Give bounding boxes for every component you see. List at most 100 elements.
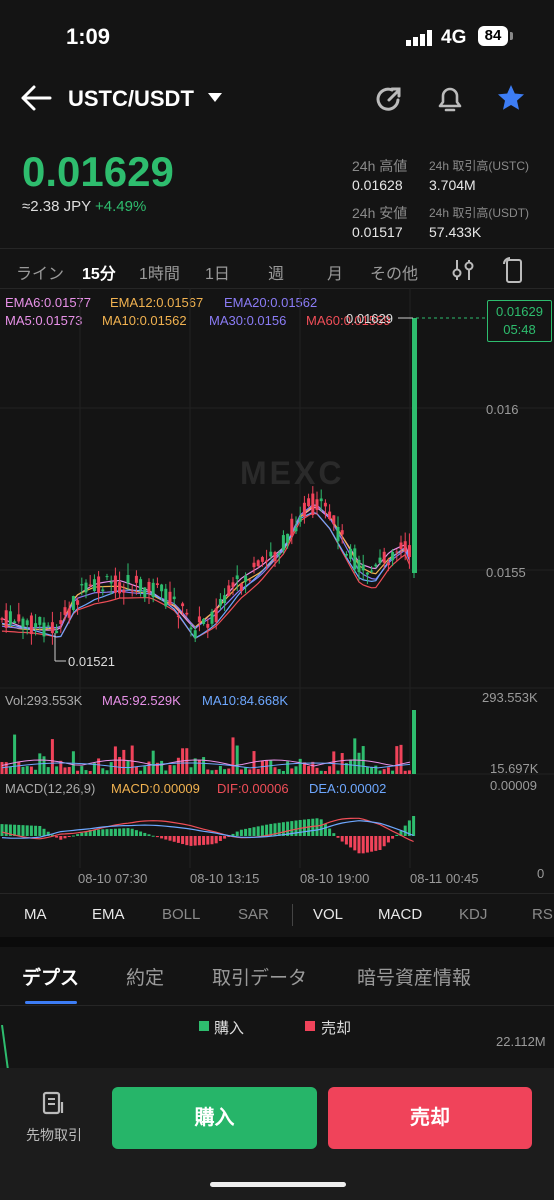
volume-bar [332, 751, 336, 774]
macd-bar [239, 829, 243, 836]
tab-depth[interactable]: デプス [22, 963, 79, 990]
macd-bar [164, 836, 168, 840]
macd-bar [189, 836, 193, 846]
volume-bar [399, 744, 403, 774]
tab-week[interactable]: 週 [268, 260, 284, 284]
candle-body [361, 564, 365, 571]
candle-body [407, 545, 411, 558]
macd-bar [130, 828, 134, 836]
macd-bar [71, 835, 75, 837]
candle-body [386, 562, 390, 566]
min-price-label: 0.01521 [68, 654, 115, 669]
indicator-boll[interactable]: BOLL [162, 906, 200, 923]
futures-button[interactable]: 先物取引 [18, 1090, 90, 1145]
volume-bars [0, 710, 416, 774]
sell-button[interactable]: 売却 [328, 1087, 532, 1149]
indicator-vol[interactable]: VOL [313, 906, 343, 923]
pair-selector[interactable]: USTC/USDT [68, 86, 223, 112]
share-icon[interactable] [374, 84, 404, 119]
volume-bar [307, 766, 311, 774]
indicator-rsi[interactable]: RS [532, 906, 553, 923]
pair-title: USTC/USDT [68, 86, 194, 111]
candle-body [273, 552, 277, 562]
candle-body [399, 542, 403, 550]
volume-bar [382, 769, 386, 774]
candle-body [206, 623, 210, 628]
indicator-macd[interactable]: MACD [378, 906, 422, 923]
status-bar: 1:09 4G 84 [0, 0, 554, 70]
volume-bar [353, 738, 357, 774]
rotate-screen-icon[interactable] [502, 256, 526, 289]
price-tag: 0.01629 05:48 [487, 300, 552, 342]
macd-bar [113, 828, 117, 836]
candle-body [8, 611, 12, 625]
volume-bar [17, 761, 21, 774]
tab-trades[interactable]: 約定 [126, 963, 164, 990]
candle-body [17, 614, 21, 622]
tab-15m[interactable]: 15分 [82, 260, 116, 284]
volume-bar [218, 765, 222, 774]
candle-body [277, 553, 281, 555]
watermark: MEXC [240, 455, 344, 491]
macd-bar [349, 836, 353, 848]
candle-body [130, 590, 134, 592]
macd-bar [391, 836, 395, 839]
tab-trading-data[interactable]: 取引データ [212, 963, 307, 990]
tab-1h[interactable]: 1時間 [139, 260, 180, 284]
high-label: 24h 高値 [352, 158, 408, 174]
candle-body [164, 588, 168, 607]
vol-ustc-value: 3.704M [429, 177, 476, 193]
candle-body [59, 620, 63, 625]
macd-bar [109, 828, 113, 836]
candlestick-chart[interactable]: MEXC 0.01629 0.01521 [0, 288, 554, 888]
tab-crypto-info[interactable]: 暗号資産情報 [357, 963, 471, 990]
ma-line [1, 507, 410, 631]
back-icon[interactable] [20, 84, 52, 117]
macd-bar [168, 836, 172, 841]
candle-body [370, 570, 374, 572]
volume-bar [311, 761, 315, 774]
macd-value: MACD:0.00009 [111, 781, 200, 796]
macd-bar [29, 825, 33, 836]
candle-body [315, 499, 319, 510]
candle-body [34, 623, 38, 628]
volume-bar [210, 770, 214, 774]
candle-body [235, 575, 239, 580]
candle-body [323, 502, 327, 507]
settings-sliders-icon[interactable] [452, 258, 474, 287]
bell-icon[interactable] [436, 84, 464, 119]
candle-body [88, 584, 92, 586]
macd-bar [122, 828, 126, 836]
indicator-ma[interactable]: MA [24, 906, 47, 923]
candle-body [391, 551, 395, 561]
volume-bar [202, 757, 206, 774]
tab-month[interactable]: 月 [327, 260, 343, 284]
indicator-kdj[interactable]: KDJ [459, 906, 487, 923]
star-icon[interactable] [496, 83, 526, 118]
macd-bar [353, 836, 357, 851]
tab-more[interactable]: その他 [370, 260, 418, 284]
candle-body [25, 620, 29, 626]
volume-bar [403, 770, 407, 774]
volume-bar [248, 769, 252, 774]
volume-bar [227, 768, 231, 774]
indicator-sar[interactable]: SAR [238, 906, 269, 923]
macd-bar [412, 816, 416, 836]
macd-bar [34, 825, 38, 836]
macd-bar [4, 824, 8, 836]
tab-1d[interactable]: 1日 [205, 260, 230, 284]
buy-button[interactable]: 購入 [112, 1087, 317, 1149]
tab-line[interactable]: ライン [16, 260, 64, 284]
candle-body [218, 598, 222, 606]
candle-body [382, 551, 386, 563]
indicator-ema[interactable]: EMA [92, 906, 125, 923]
candle-body [223, 595, 227, 604]
last-price: 0.01629 [22, 148, 174, 195]
macd-bar [294, 820, 298, 836]
macd-axis-top: 0.00009 [490, 778, 537, 793]
macd-bar [181, 836, 185, 845]
candle-body [92, 579, 96, 592]
candle-body [197, 616, 201, 623]
candle-body [63, 607, 67, 615]
candle-body [332, 515, 336, 525]
